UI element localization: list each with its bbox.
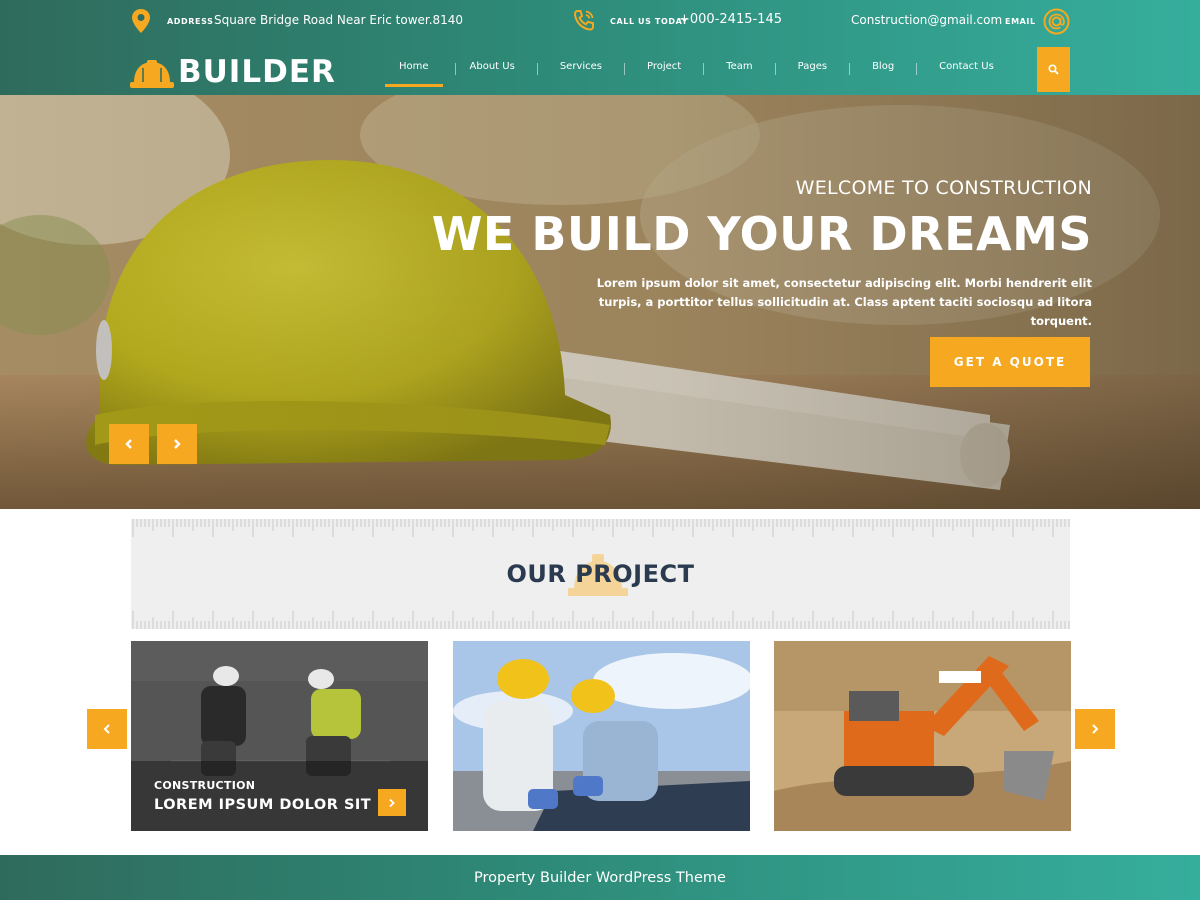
- chevron-right-icon: [1092, 724, 1099, 734]
- section-title: OUR PROJECT: [506, 560, 695, 588]
- project-image-excavator: [774, 641, 1071, 831]
- hero-title: WE BUILD YOUR DREAMS: [431, 207, 1092, 261]
- hero-next-button[interactable]: [157, 424, 197, 464]
- chevron-left-icon: [103, 724, 110, 734]
- nav-pages[interactable]: Pages: [796, 42, 829, 95]
- nav-team[interactable]: Team: [724, 42, 754, 95]
- chevron-right-icon: [389, 798, 395, 807]
- hero-subtitle: WELCOME TO CONSTRUCTION: [795, 177, 1092, 199]
- nav-separator: [849, 62, 851, 75]
- nav-separator: [536, 62, 538, 75]
- site-footer: Property Builder WordPress Theme: [0, 855, 1200, 900]
- logo-text: BUILDER: [178, 54, 336, 90]
- footer-text: Property Builder WordPress Theme: [474, 869, 726, 886]
- project-image-solar-workers: [453, 641, 750, 831]
- nav-separator: [703, 62, 705, 75]
- nav-separator: [623, 62, 625, 75]
- nav-about-us[interactable]: About Us: [468, 42, 517, 95]
- project-open-button[interactable]: [378, 789, 406, 816]
- nav-row: BUILDER Home About Us Services Project T…: [0, 42, 1200, 95]
- nav-services[interactable]: Services: [558, 42, 604, 95]
- chevron-left-icon: [125, 439, 132, 449]
- map-pin-icon: [132, 9, 150, 33]
- chevron-right-icon: [174, 439, 181, 449]
- hero-prev-button[interactable]: [109, 424, 149, 464]
- search-button[interactable]: [1037, 47, 1070, 92]
- nav-blog[interactable]: Blog: [870, 42, 896, 95]
- email-label: EMAIL: [1005, 17, 1036, 26]
- site-header: ADDRESS Square Bridge Road Near Eric tow…: [0, 0, 1200, 95]
- email-address[interactable]: Construction@gmail.com: [851, 13, 1002, 27]
- helmet-icon: [130, 60, 174, 88]
- address-label: ADDRESS: [167, 17, 214, 26]
- project-card[interactable]: [453, 641, 750, 831]
- hero-slider: WELCOME TO CONSTRUCTION WE BUILD YOUR DR…: [0, 95, 1200, 509]
- project-title: LOREM IPSUM DOLOR SIT: [154, 797, 372, 813]
- section-heading-banner: OUR PROJECT: [131, 519, 1070, 629]
- projects-prev-button[interactable]: [87, 709, 127, 749]
- nav-separator: [774, 62, 776, 75]
- nav-contact-us[interactable]: Contact Us: [937, 42, 996, 95]
- nav-separator: [454, 62, 456, 75]
- project-card[interactable]: [774, 641, 1071, 831]
- project-card[interactable]: CONSTRUCTION LOREM IPSUM DOLOR SIT: [131, 641, 428, 831]
- projects-next-button[interactable]: [1075, 709, 1115, 749]
- top-bar: ADDRESS Square Bridge Road Near Eric tow…: [0, 0, 1200, 42]
- project-category: CONSTRUCTION: [154, 779, 256, 792]
- search-icon: [1048, 64, 1059, 75]
- nav-separator: [916, 62, 918, 75]
- main-nav: Home About Us Services Project Team Page…: [385, 42, 996, 95]
- hero-description: Lorem ipsum dolor sit amet, consectetur …: [596, 276, 1092, 328]
- at-sign-icon: [1043, 8, 1070, 35]
- site-logo[interactable]: BUILDER: [130, 54, 340, 92]
- phone-icon: [573, 10, 594, 31]
- get-a-quote-button[interactable]: GET A QUOTE: [930, 337, 1090, 387]
- nav-home[interactable]: Home: [385, 42, 443, 95]
- phone-number[interactable]: +000-2415-145: [679, 12, 782, 27]
- call-label: CALL US TODAY: [610, 17, 689, 26]
- nav-project[interactable]: Project: [645, 42, 683, 95]
- address-text: Square Bridge Road Near Eric tower.8140: [214, 13, 464, 27]
